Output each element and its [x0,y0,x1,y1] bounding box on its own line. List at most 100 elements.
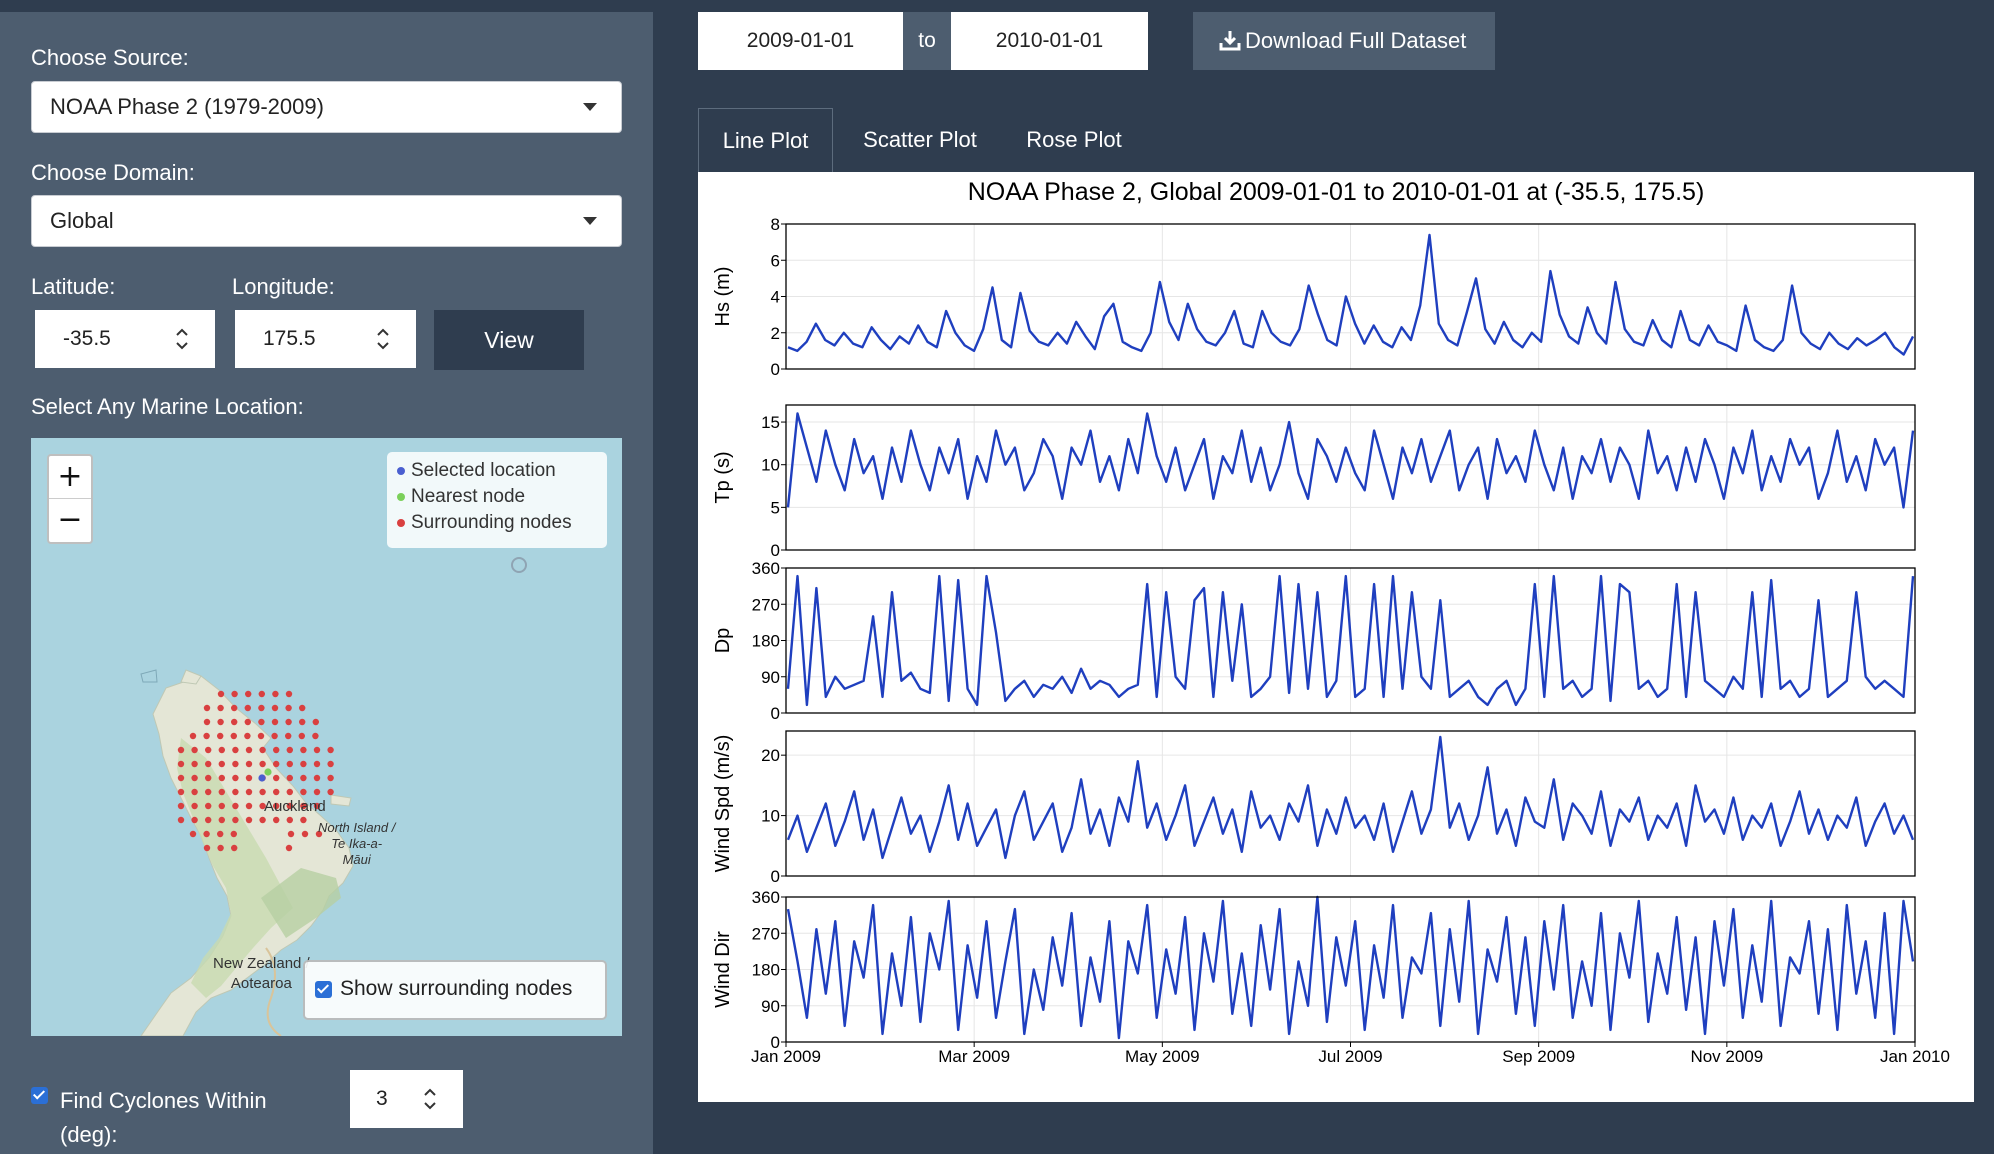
longitude-input[interactable]: 175.5 [235,310,416,368]
surrounding-node [271,732,278,740]
zoom-out-button[interactable]: − [49,499,91,542]
find-cyclones-checkbox[interactable] [31,1087,56,1105]
legend-item-selected: Selected location [397,458,597,484]
surrounding-node [177,746,185,754]
latitude-input[interactable]: -35.5 [35,310,215,368]
domain-select[interactable]: Global [31,195,622,247]
surrounding-node [312,718,319,726]
chart-title: NOAA Phase 2, Global 2009-01-01 to 2010-… [968,178,1705,206]
legend-item-nearest: Nearest node [397,484,597,510]
surrounding-node [273,816,280,824]
surrounding-node [191,788,198,796]
end-date-input[interactable]: 2010-01-01 [951,12,1148,70]
surrounding-node [286,774,293,782]
y-tick-label: 360 [752,559,780,578]
y-tick-label: 0 [771,541,780,560]
surrounding-node [286,746,293,754]
surrounding-node [312,732,319,740]
surrounding-node [218,802,225,810]
x-tick-label: Jul 2009 [1318,1047,1382,1066]
surrounding-node [205,774,212,782]
surrounding-node [327,774,334,782]
surrounding-node [191,816,198,824]
surrounding-node [244,732,251,740]
view-button[interactable]: View [434,310,584,370]
zoom-in-button[interactable]: + [49,456,91,499]
download-dataset-button[interactable]: Download Full Dataset [1193,12,1495,70]
spinner-icon[interactable] [175,326,189,352]
surrounding-node [205,760,212,768]
download-icon [1219,31,1241,51]
surrounding-node [244,704,251,712]
legend-item-surrounding: Surrounding nodes [397,510,597,536]
x-tick-label: Jan 2009 [751,1047,821,1066]
checkbox-checked-icon[interactable] [315,980,332,998]
spinner-icon[interactable] [423,1086,437,1112]
source-select-value: NOAA Phase 2 (1979-2009) [50,94,324,119]
tab-line-plot[interactable]: Line Plot [698,108,833,172]
place-label-new-zealand: New Zealand / Aotearoa [213,954,310,994]
surrounding-node [177,774,185,782]
map-legend: Selected location Nearest node Surroundi… [387,452,607,548]
surrounding-node [245,746,253,754]
surrounding-node [244,718,251,726]
surrounding-node [191,802,198,810]
selected-location-marker [258,774,266,782]
surrounding-node [313,788,321,796]
surrounding-node [217,732,224,740]
y-tick-label: 360 [752,888,780,907]
start-date-input[interactable]: 2009-01-01 [698,12,903,70]
surrounding-node [232,802,239,810]
surrounding-node [205,746,212,754]
x-tick-label: Mar 2009 [938,1047,1010,1066]
surrounding-node [218,746,225,754]
surrounding-node [177,760,185,768]
legend-label: Surrounding nodes [411,512,572,533]
legend-label: Selected location [411,460,556,481]
surrounding-node [298,732,305,740]
x-tick-label: Jan 2010 [1880,1047,1950,1066]
tab-rose-plot[interactable]: Rose Plot [1004,108,1144,172]
source-label: Choose Source: [31,45,189,70]
surrounding-node [259,788,266,796]
surrounding-node [258,704,265,712]
source-select[interactable]: NOAA Phase 2 (1979-2009) [31,81,622,133]
cyclone-radius-value: 3 [376,1087,388,1110]
surrounding-node [258,690,265,698]
nearest-node-marker [264,768,272,776]
surrounding-node [191,760,198,768]
surrounding-node [286,816,293,824]
cyclone-radius-input[interactable]: 3 [350,1070,463,1128]
surrounding-node [299,718,306,726]
checkbox-checked-icon[interactable] [31,1087,48,1105]
map-label: Select Any Marine Location: [31,394,304,419]
surrounding-node [300,760,307,768]
surrounding-node [271,704,279,712]
surrounding-node [327,788,334,796]
y-tick-label: 10 [761,456,780,475]
marine-location-map[interactable]: Auckland North Island / Te Ika-a- Māui N… [31,438,622,1036]
surrounding-node [203,844,211,852]
y-tick-label: 20 [761,746,780,765]
y-tick-label: 270 [752,595,780,614]
zoom-control: + − [47,454,93,544]
surrounding-node [285,704,292,712]
surrounding-node [299,704,306,712]
surrounding-node [245,788,253,796]
surrounding-node [203,830,210,838]
surrounding-node [300,816,307,824]
spinner-icon[interactable] [376,326,390,352]
surrounding-node [205,816,212,824]
surrounding-node [313,774,321,782]
y-axis-label: Tp (s) [712,451,734,503]
surrounding-node [218,774,225,782]
show-surrounding-nodes-toggle[interactable]: Show surrounding nodes [303,960,607,1020]
surrounding-node [230,732,237,740]
surrounding-node [300,774,307,782]
surrounding-node [313,746,321,754]
surrounding-node [232,746,239,754]
latitude-value: -35.5 [63,327,111,350]
surrounding-node [203,718,211,726]
surrounding-node [218,816,225,824]
tab-scatter-plot[interactable]: Scatter Plot [845,108,995,172]
